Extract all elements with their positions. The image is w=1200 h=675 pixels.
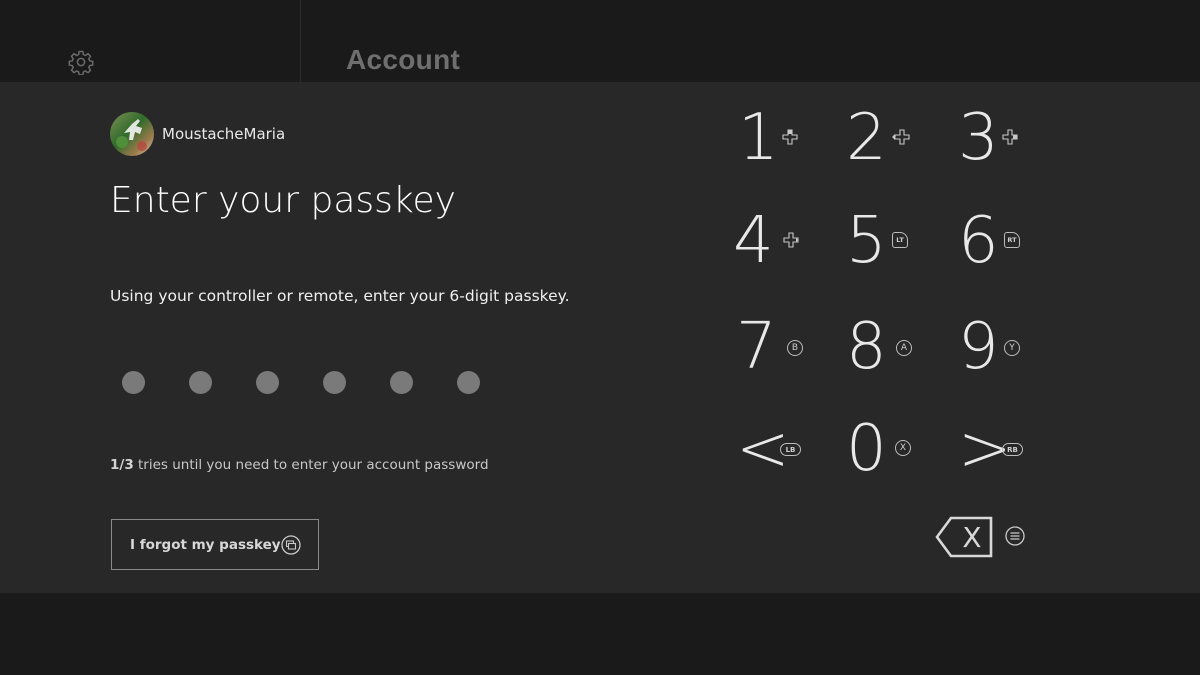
tries-text: tries until you need to enter your accou… bbox=[133, 457, 489, 473]
passkey-dot bbox=[189, 371, 212, 394]
view-button-icon bbox=[281, 535, 301, 555]
key-right[interactable]: > RB bbox=[958, 409, 1058, 489]
key-label: 1 bbox=[738, 101, 779, 175]
key-1[interactable]: 1 bbox=[738, 98, 838, 178]
key-7[interactable]: 7 B bbox=[736, 307, 836, 387]
passkey-dot bbox=[256, 371, 279, 394]
forgot-passkey-label: I forgot my passkey bbox=[130, 536, 281, 553]
page-title: Account bbox=[346, 44, 461, 75]
passkey-heading: Enter your passkey bbox=[110, 180, 456, 221]
backspace-label: X bbox=[962, 521, 981, 554]
backspace-icon: X bbox=[935, 516, 993, 558]
tries-count: 1/3 bbox=[110, 457, 134, 473]
bottom-bar bbox=[0, 593, 1200, 675]
backspace-button[interactable]: X bbox=[935, 515, 995, 559]
tries-remaining: 1/3 tries until you need to enter your a… bbox=[110, 457, 489, 473]
key-label: 7 bbox=[736, 310, 777, 384]
key-8[interactable]: 8 A bbox=[846, 307, 946, 387]
user-info: MoustacheMaria bbox=[110, 112, 285, 156]
username: MoustacheMaria bbox=[162, 125, 286, 143]
key-9[interactable]: 9 Y bbox=[958, 307, 1058, 387]
b-button-icon: B bbox=[787, 340, 803, 356]
key-label: 0 bbox=[846, 412, 887, 486]
lb-bumper-icon: LB bbox=[780, 443, 801, 456]
key-label: 4 bbox=[733, 204, 774, 278]
x-button-icon: X bbox=[895, 440, 911, 456]
key-4[interactable]: 4 bbox=[733, 201, 833, 281]
key-label: 9 bbox=[958, 310, 999, 384]
user-avatar bbox=[110, 112, 154, 156]
passkey-dot bbox=[323, 371, 346, 394]
key-0[interactable]: 0 X bbox=[846, 409, 946, 489]
key-6[interactable]: 6 RT bbox=[958, 201, 1058, 281]
dpad-left-icon bbox=[892, 129, 910, 145]
y-button-icon: Y bbox=[1004, 340, 1020, 356]
key-label: 2 bbox=[846, 101, 887, 175]
top-divider bbox=[300, 0, 301, 82]
key-left[interactable]: < LB bbox=[736, 409, 836, 489]
key-3[interactable]: 3 bbox=[958, 98, 1058, 178]
a-button-icon: A bbox=[896, 340, 912, 356]
key-label: 8 bbox=[846, 310, 887, 384]
key-label: 6 bbox=[958, 204, 999, 278]
forgot-passkey-button[interactable]: I forgot my passkey bbox=[111, 519, 319, 570]
lt-trigger-icon: LT bbox=[892, 232, 908, 248]
dpad-up-icon bbox=[782, 129, 798, 145]
passkey-dot bbox=[122, 371, 145, 394]
dpad-down-icon bbox=[783, 232, 799, 248]
passkey-dot bbox=[457, 371, 480, 394]
rb-bumper-icon: RB bbox=[1002, 443, 1023, 456]
dpad-right-icon bbox=[1002, 129, 1018, 145]
passkey-dot bbox=[390, 371, 413, 394]
key-label: 5 bbox=[846, 204, 887, 278]
key-label: 3 bbox=[958, 101, 999, 175]
gear-icon[interactable] bbox=[68, 49, 94, 75]
passkey-dots bbox=[122, 371, 480, 394]
passkey-instructions: Using your controller or remote, enter y… bbox=[110, 287, 570, 305]
top-bar bbox=[0, 0, 1200, 82]
rt-trigger-icon: RT bbox=[1004, 232, 1020, 248]
menu-button-icon bbox=[1005, 526, 1025, 546]
key-5[interactable]: 5 LT bbox=[846, 201, 946, 281]
key-2[interactable]: 2 bbox=[846, 98, 946, 178]
